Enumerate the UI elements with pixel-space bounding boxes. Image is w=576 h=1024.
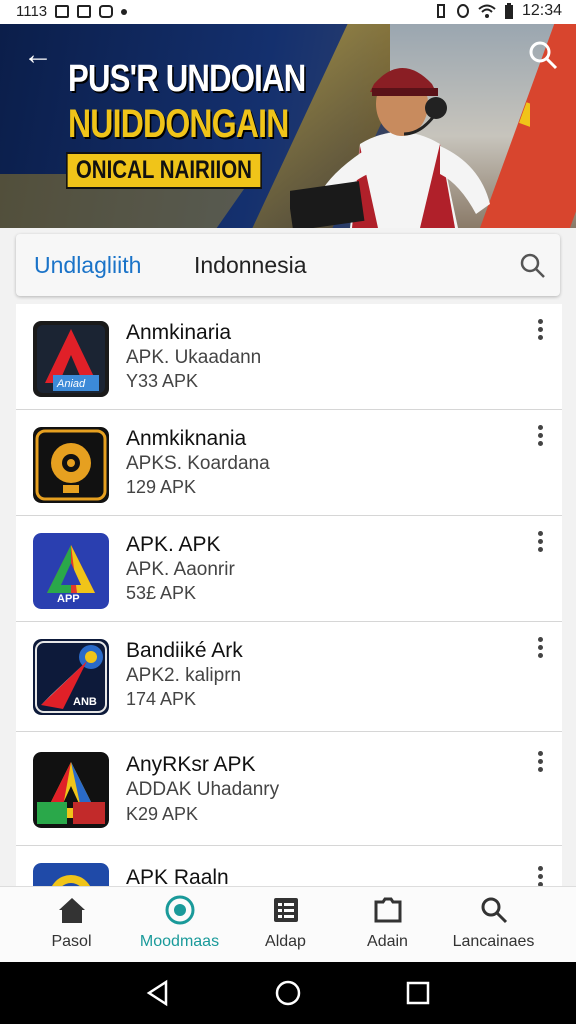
red-a-icon: Aniad	[33, 321, 109, 397]
nav-label: Pasol	[51, 933, 92, 950]
app-subtitle: APK. Ukaadann	[126, 347, 262, 368]
app-subtitle: APKS. Koardana	[126, 453, 270, 474]
vibrate-icon	[436, 4, 445, 18]
more-options-icon[interactable]	[534, 637, 546, 661]
nav-item-search[interactable]: Lancainaes	[436, 887, 551, 963]
nav-label: Adain	[367, 933, 408, 950]
discover-icon	[165, 895, 195, 925]
app-name: Bandiiké Ark	[126, 639, 243, 662]
message-icon	[99, 5, 114, 18]
list-item[interactable]: APP APK. APK APK. Aaonrir 53£ APK	[16, 516, 562, 622]
nav-label: Moodmaas	[139, 933, 220, 950]
app-size: 53£ APK	[126, 583, 197, 603]
folder-icon	[374, 897, 402, 923]
more-options-icon[interactable]	[534, 751, 546, 775]
app-name: AnyRKsr APK	[126, 753, 256, 776]
home-circle-icon[interactable]	[274, 979, 302, 1007]
app-name: Anmkinaria	[126, 321, 232, 344]
app-list: Aniad Anmkinaria APK. Ukaadann Y33 APK A…	[16, 304, 562, 886]
banner-tagline: ONICAL NAIRIION	[66, 152, 262, 189]
app-name: Anmkiknania	[126, 427, 247, 450]
list-item[interactable]: Anmkiknania APKS. Koardana 129 APK	[16, 410, 562, 516]
alarm-icon	[456, 4, 469, 18]
system-navigation-bar	[0, 962, 576, 1024]
list-item[interactable]: APK Raaln	[16, 846, 562, 886]
gear-badge-icon	[33, 427, 109, 503]
app-name: APK Raaln	[126, 866, 229, 886]
app-icon-label: APP	[57, 593, 80, 605]
more-options-icon[interactable]	[534, 531, 546, 555]
back-icon[interactable]	[144, 979, 172, 1007]
more-options-icon[interactable]	[534, 866, 546, 886]
app-icon-label: Aniad	[56, 378, 86, 390]
app-icon-label: ANB	[73, 696, 97, 708]
back-button[interactable]: ←	[22, 40, 54, 72]
app-subtitle: APK. Aaonrir	[126, 559, 235, 580]
app-name: APK. APK	[126, 533, 221, 556]
status-left-text: 1113	[16, 3, 48, 20]
wifi-icon	[478, 4, 496, 18]
colorful-a-icon	[33, 752, 109, 828]
nav-item-home[interactable]: Pasol	[14, 887, 129, 963]
list-icon	[274, 898, 298, 922]
image-notification-icon	[77, 5, 92, 18]
app-size: 174 APK	[126, 689, 197, 709]
promo-banner[interactable]: ← PUS'R UNDOIAN NUIDDONGAIN ONICAL NAIRI…	[0, 24, 576, 228]
banner-person-illustration	[290, 68, 530, 228]
more-options-icon[interactable]	[534, 319, 546, 343]
status-time: 12:34	[521, 2, 562, 19]
app-size: K29 APK	[126, 804, 199, 824]
banner-title-line1: PUS'R UNDOIAN	[68, 58, 306, 100]
battery-icon	[504, 3, 513, 19]
nav-item-folder[interactable]: Adain	[330, 887, 445, 963]
prism-a-icon: APP	[33, 533, 109, 609]
list-item[interactable]: AnyRKsr APK ADDAK Uhadanry K29 APK	[16, 732, 562, 846]
banner-title-line2: NUIDDONGAIN	[68, 102, 289, 146]
search-icon[interactable]	[518, 251, 546, 279]
more-notifications-icon	[121, 8, 128, 15]
search-brand-label: Undlagliith	[34, 252, 142, 278]
nav-item-discover[interactable]: Moodmaas	[122, 887, 237, 963]
notification-icon	[55, 5, 70, 18]
app-size: 129 APK	[126, 477, 197, 497]
search-bar[interactable]: Undlagliith Indonnesia	[16, 234, 560, 296]
banner-search-button[interactable]	[526, 38, 560, 72]
more-options-icon[interactable]	[534, 425, 546, 449]
app-size: Y33 APK	[126, 371, 199, 391]
app-subtitle: APK2. kaliprn	[126, 665, 242, 686]
recents-icon[interactable]	[404, 979, 432, 1007]
list-item[interactable]: ANB Bandiiké Ark APK2. kaliprn 174 APK	[16, 622, 562, 732]
nav-item-list[interactable]: Aldap	[228, 887, 343, 963]
search-icon	[481, 897, 508, 924]
nav-label: Aldap	[265, 933, 306, 950]
search-input[interactable]: Indonnesia	[194, 252, 307, 279]
status-bar: 1113 12:34	[0, 0, 576, 24]
globe-icon	[33, 863, 109, 886]
app-subtitle: ADDAK Uhadanry	[126, 779, 280, 800]
bottom-navigation: Pasol Moodmaas Aldap Adain Lancainaes	[0, 886, 576, 963]
home-icon	[59, 898, 85, 923]
rocket-icon: ANB	[33, 639, 109, 715]
nav-label: Lancainaes	[452, 933, 535, 950]
list-item[interactable]: Aniad Anmkinaria APK. Ukaadann Y33 APK	[16, 304, 562, 410]
